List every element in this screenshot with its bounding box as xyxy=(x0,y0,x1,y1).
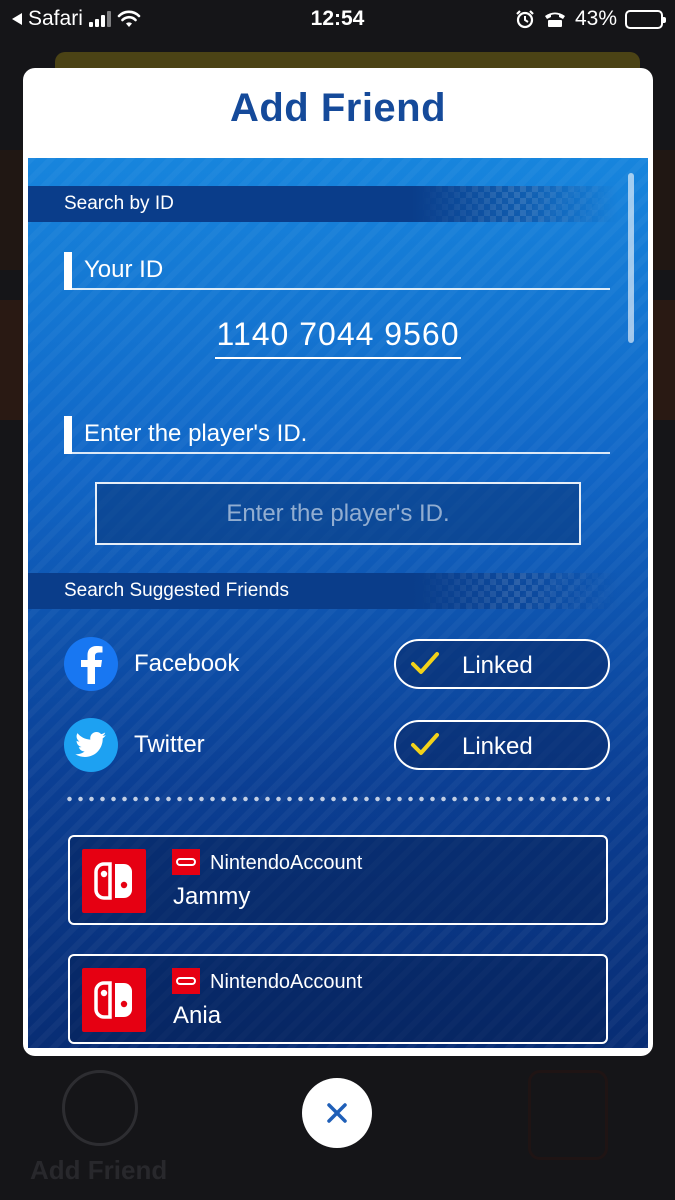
friend-name: Jammy xyxy=(173,883,251,910)
close-icon xyxy=(327,1103,347,1123)
dotted-divider xyxy=(64,796,610,802)
add-friend-dialog: Add Friend Search by ID Your ID 1140 704… xyxy=(23,68,653,1056)
facebook-icon xyxy=(64,637,118,691)
nintendo-account-icon xyxy=(172,968,200,994)
facebook-label: Facebook xyxy=(134,650,240,677)
twitter-icon xyxy=(64,718,118,772)
linked-label: Linked xyxy=(462,733,533,760)
account-type-label: NintendoAccount xyxy=(210,971,363,993)
enter-id-label: Enter the player's ID. xyxy=(84,420,308,447)
checker-decoration xyxy=(418,573,618,609)
your-id-value: 1140 7044 9560 xyxy=(28,316,648,359)
twitter-row: Twitter Linked xyxy=(64,718,610,772)
player-id-input[interactable] xyxy=(95,482,581,545)
alarm-icon xyxy=(516,10,534,29)
background-add-friend-label: Add Friend xyxy=(30,1155,168,1185)
friend-card-ania[interactable]: NintendoAccount Ania xyxy=(68,954,608,1044)
add-friend-panel: Search by ID Your ID 1140 7044 9560 Ente… xyxy=(28,158,648,1048)
section-header-search-by-id: Search by ID xyxy=(28,186,618,222)
facebook-linked-button[interactable]: Linked xyxy=(394,639,610,689)
close-button[interactable] xyxy=(302,1078,372,1148)
twitter-linked-button[interactable]: Linked xyxy=(394,720,610,770)
battery-percent: 43% xyxy=(574,7,617,30)
facebook-row: Facebook Linked xyxy=(64,637,610,691)
nintendo-account-icon xyxy=(172,849,200,875)
friend-name: Ania xyxy=(173,1002,222,1029)
section-title: Search Suggested Friends xyxy=(64,580,289,601)
status-right: 43% xyxy=(515,7,666,31)
battery-icon xyxy=(625,9,666,29)
twitter-label: Twitter xyxy=(134,731,205,758)
heading-accent xyxy=(64,252,72,290)
your-id-heading: Your ID xyxy=(64,252,610,290)
your-id-number: 1140 7044 9560 xyxy=(214,316,462,359)
tty-icon xyxy=(544,12,565,27)
checkmark-icon xyxy=(411,652,439,674)
dialog-title: Add Friend xyxy=(229,86,447,130)
enter-id-heading: Enter the player's ID. xyxy=(64,416,610,454)
account-type-label: NintendoAccount xyxy=(210,852,363,874)
checker-decoration xyxy=(418,186,618,222)
section-title: Search by ID xyxy=(64,193,174,214)
status-bar: Safari 12:54 43% xyxy=(0,0,675,38)
checkmark-icon xyxy=(411,733,439,755)
section-header-suggested-friends: Search Suggested Friends xyxy=(28,573,618,609)
nintendo-switch-icon xyxy=(82,968,146,1032)
heading-accent xyxy=(64,416,72,454)
friend-card-jammy[interactable]: NintendoAccount Jammy xyxy=(68,835,608,925)
linked-label: Linked xyxy=(462,652,533,679)
background-menu-item xyxy=(528,1070,608,1160)
background-add-friend-icon xyxy=(62,1070,138,1146)
your-id-label: Your ID xyxy=(84,256,164,283)
nintendo-switch-icon xyxy=(82,849,146,913)
